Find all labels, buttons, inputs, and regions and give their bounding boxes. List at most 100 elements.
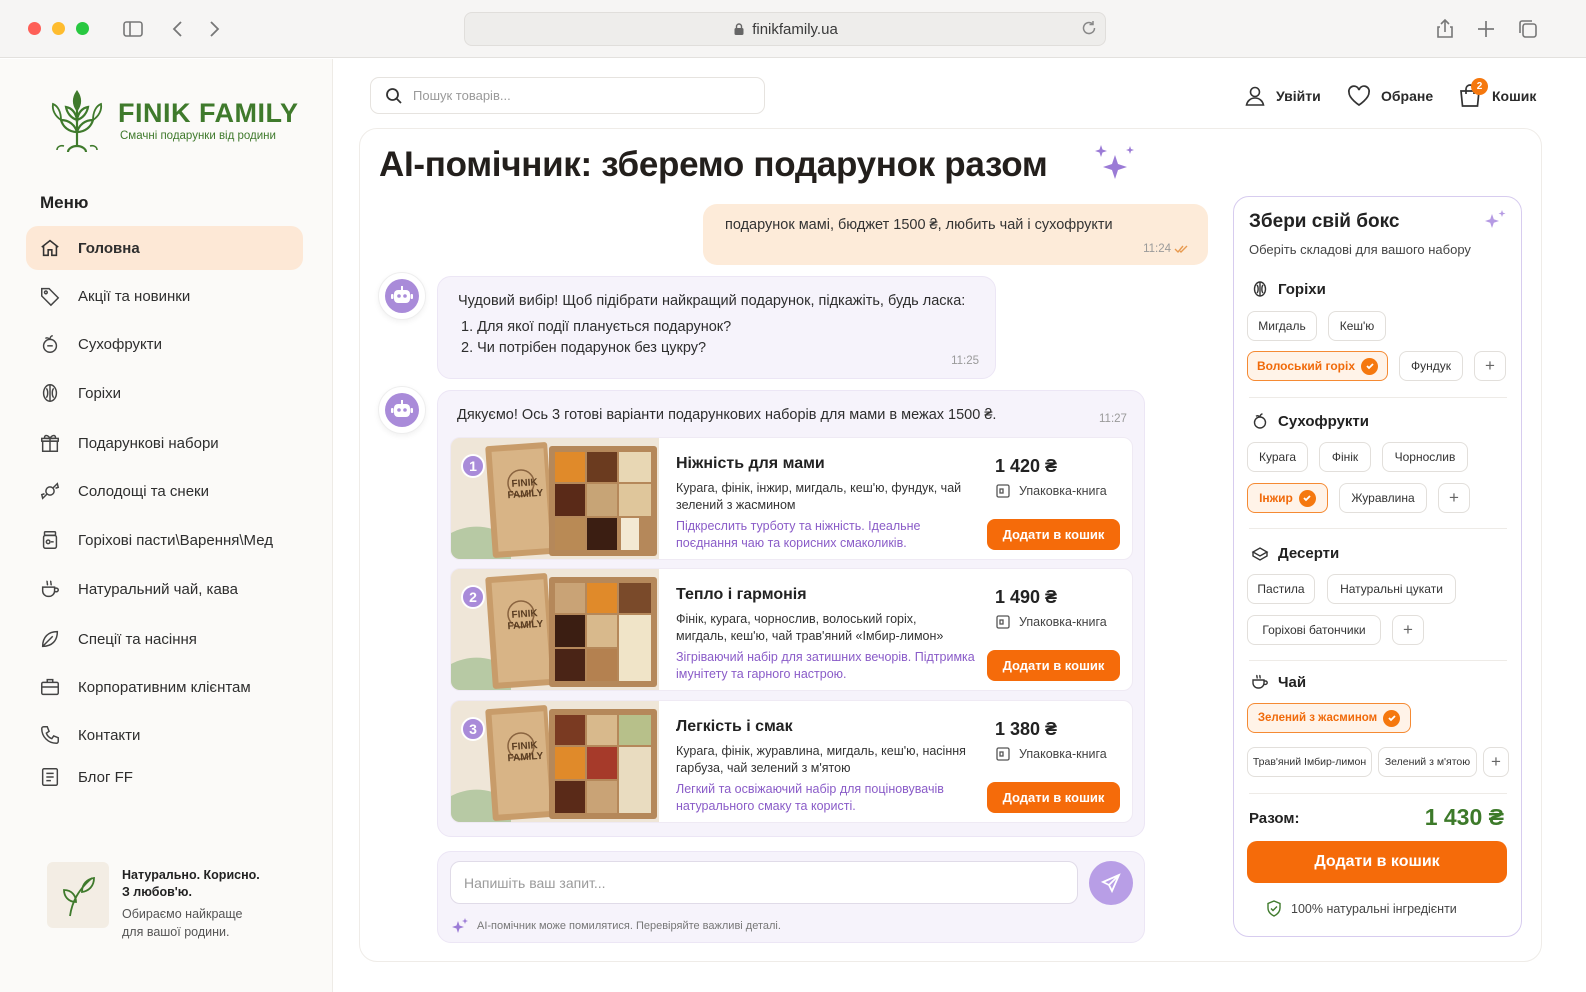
add-nut-button[interactable]: + — [1474, 351, 1506, 381]
chip-cranberry[interactable]: Журавлина — [1339, 483, 1427, 513]
sidebar-item-pastes[interactable]: Горіхові пасти\Варення\Мед — [26, 518, 303, 562]
tabs-overview-icon[interactable] — [1516, 17, 1540, 41]
promo-text: Обираємо найкраще для вашої родини. — [122, 907, 243, 939]
packaging-label: Упаковка-книга — [1019, 615, 1107, 629]
sidebar-item-label: Натуральний чай, кава — [78, 580, 238, 598]
chip-nut-bars[interactable]: Горіхові батончики — [1247, 615, 1381, 645]
disclaimer-text: AI-помічник може помилятися. Перевіряйте… — [477, 920, 781, 932]
sidebar-item-corporate[interactable]: Корпоративним клієнтам — [26, 665, 303, 709]
sidebar-item-label: Контакти — [78, 726, 141, 744]
reload-icon[interactable] — [1080, 19, 1098, 37]
minimize-window-button[interactable] — [52, 22, 65, 35]
chip-pastila[interactable]: Пастила — [1247, 574, 1315, 604]
briefcase-icon — [38, 675, 62, 699]
login-link[interactable]: Увійти — [1243, 82, 1321, 110]
cart-link[interactable]: 2 Кошик — [1457, 78, 1537, 110]
product-image: 1 FINIK FAMILY — [451, 438, 659, 559]
favorites-link[interactable]: Обране — [1346, 82, 1433, 110]
sidebar-item-home[interactable]: Головна — [26, 226, 303, 270]
new-tab-icon[interactable] — [1474, 17, 1498, 41]
chip-fig-selected[interactable]: Інжир — [1247, 483, 1328, 513]
product-title: Ніжність для мами — [676, 455, 825, 472]
send-button[interactable] — [1089, 861, 1133, 905]
product-card[interactable]: 2 FINIK FAMILY Тепло і гармонія Фінік, к… — [450, 568, 1133, 691]
sidebar-toggle-icon[interactable] — [121, 17, 145, 41]
natural-text: 100% натуральні інгредієнти — [1291, 901, 1457, 916]
send-icon — [1101, 873, 1121, 893]
chip-herbal-ginger-lemon[interactable]: Трав'яний Імбир-лимон — [1247, 747, 1372, 777]
sidebar-item-sweets[interactable]: Солодощі та снеки — [26, 469, 303, 513]
sparkle-icon — [1090, 143, 1138, 185]
add-to-cart-button[interactable]: Додати в кошик — [987, 650, 1120, 681]
product-price: 1 490 ₴ — [995, 587, 1058, 607]
packaging-label: Упаковка-книга — [1019, 484, 1107, 498]
forward-icon[interactable] — [202, 17, 226, 41]
chip-prune[interactable]: Чорнослив — [1382, 442, 1468, 472]
sidebar-item-spices[interactable]: Спеції та насіння — [26, 617, 303, 661]
sidebar-item-label: Блог FF — [78, 768, 133, 786]
share-icon[interactable] — [1433, 17, 1457, 41]
sidebar-item-label: Головна — [78, 239, 140, 257]
section-title: Сухофрукти — [1278, 412, 1369, 430]
maximize-window-button[interactable] — [76, 22, 89, 35]
product-description: Курага, фінік, інжир, мигдаль, кеш'ю, фу… — [676, 481, 962, 512]
jar-icon — [38, 528, 62, 552]
chip-walnut-selected[interactable]: Волоський горіх — [1247, 351, 1388, 381]
chip-cashew[interactable]: Кеш'ю — [1328, 311, 1386, 341]
address-bar[interactable]: finikfamily.ua — [464, 12, 1106, 46]
bot-message-text: Дякуємо! Ось 3 готові варіанти подарунко… — [457, 407, 997, 423]
product-card[interactable]: 3 FINIK FAMILY Легкість і смак Курага, ф… — [450, 700, 1133, 823]
fruit-icon — [1251, 412, 1269, 430]
brand-logo-icon[interactable] — [46, 86, 108, 154]
sidebar-item-label: Акції та новинки — [78, 287, 191, 305]
sparkle-icon — [1482, 208, 1508, 232]
sidebar-item-nuts[interactable]: Горіхи — [26, 371, 303, 415]
box-label: FINIK FAMILY — [507, 608, 544, 633]
chip-label: Зелений з жасмином — [1257, 712, 1378, 724]
cup-icon — [38, 577, 62, 601]
chip-apricot[interactable]: Курага — [1247, 442, 1308, 472]
sidebar-item-label: Горіхи — [78, 384, 122, 402]
menu-title: Меню — [40, 193, 89, 212]
bot-avatar — [378, 386, 426, 434]
sidebar-item-label: Спеції та насіння — [78, 630, 197, 648]
sidebar-item-gift-sets[interactable]: Подарункові набори — [26, 421, 303, 465]
box-builder-title: Збери свій бокс — [1249, 211, 1400, 232]
sidebar-item-blog[interactable]: Блог FF — [26, 755, 303, 799]
add-to-cart-button[interactable]: Додати в кошик — [987, 519, 1120, 550]
back-icon[interactable] — [166, 17, 190, 41]
sidebar-item-promotions[interactable]: Акції та новинки — [26, 274, 303, 318]
product-description: Курага, фінік, журавлина, мигдаль, кеш'ю… — [676, 744, 966, 775]
chip-label: Інжир — [1259, 491, 1293, 505]
promo-leaf-icon — [47, 862, 109, 928]
brand-name[interactable]: FINIK FAMILY — [118, 98, 299, 129]
add-dessert-button[interactable]: + — [1392, 615, 1424, 645]
sidebar-item-dried-fruits[interactable]: Сухофрукти — [26, 322, 303, 366]
sidebar-item-tea-coffee[interactable]: Натуральний чай, кава — [26, 567, 303, 611]
add-tea-button[interactable]: + — [1483, 747, 1509, 777]
search-icon — [385, 87, 403, 105]
sidebar-item-contacts[interactable]: Контакти — [26, 713, 303, 757]
page-title: AI-помічник: зберемо подарунок разом — [379, 145, 1048, 184]
add-to-cart-button[interactable]: Додати в кошик — [987, 782, 1120, 813]
chip-green-jasmine-selected[interactable]: Зелений з жасмином — [1247, 703, 1411, 733]
add-box-to-cart-button[interactable]: Додати в кошик — [1247, 841, 1507, 883]
product-number-badge: 3 — [461, 717, 485, 741]
total-value: 1 430 ₴ — [1424, 804, 1504, 830]
chip-date[interactable]: Фінік — [1319, 442, 1371, 472]
chip-almond[interactable]: Мигдаль — [1247, 311, 1317, 341]
cart-label: Кошик — [1492, 88, 1537, 104]
nut-icon — [1251, 280, 1269, 298]
search-input[interactable] — [413, 88, 733, 103]
chip-green-mint[interactable]: Зелений з м'ятою — [1378, 747, 1477, 777]
chip-hazelnut[interactable]: Фундук — [1399, 351, 1463, 381]
chat-input[interactable] — [450, 861, 1078, 904]
check-icon — [1361, 357, 1378, 375]
sparkle-icon — [451, 917, 469, 935]
chip-candied-fruits[interactable]: Натуральні цукати — [1327, 574, 1456, 604]
add-fruit-button[interactable]: + — [1438, 483, 1470, 513]
close-window-button[interactable] — [28, 22, 41, 35]
search-bar[interactable] — [370, 77, 765, 114]
product-card[interactable]: 1 FINIK FAMILY Ніжність для мами Курага,… — [450, 437, 1133, 560]
packaging-info: Упаковка-книга — [995, 746, 1107, 762]
